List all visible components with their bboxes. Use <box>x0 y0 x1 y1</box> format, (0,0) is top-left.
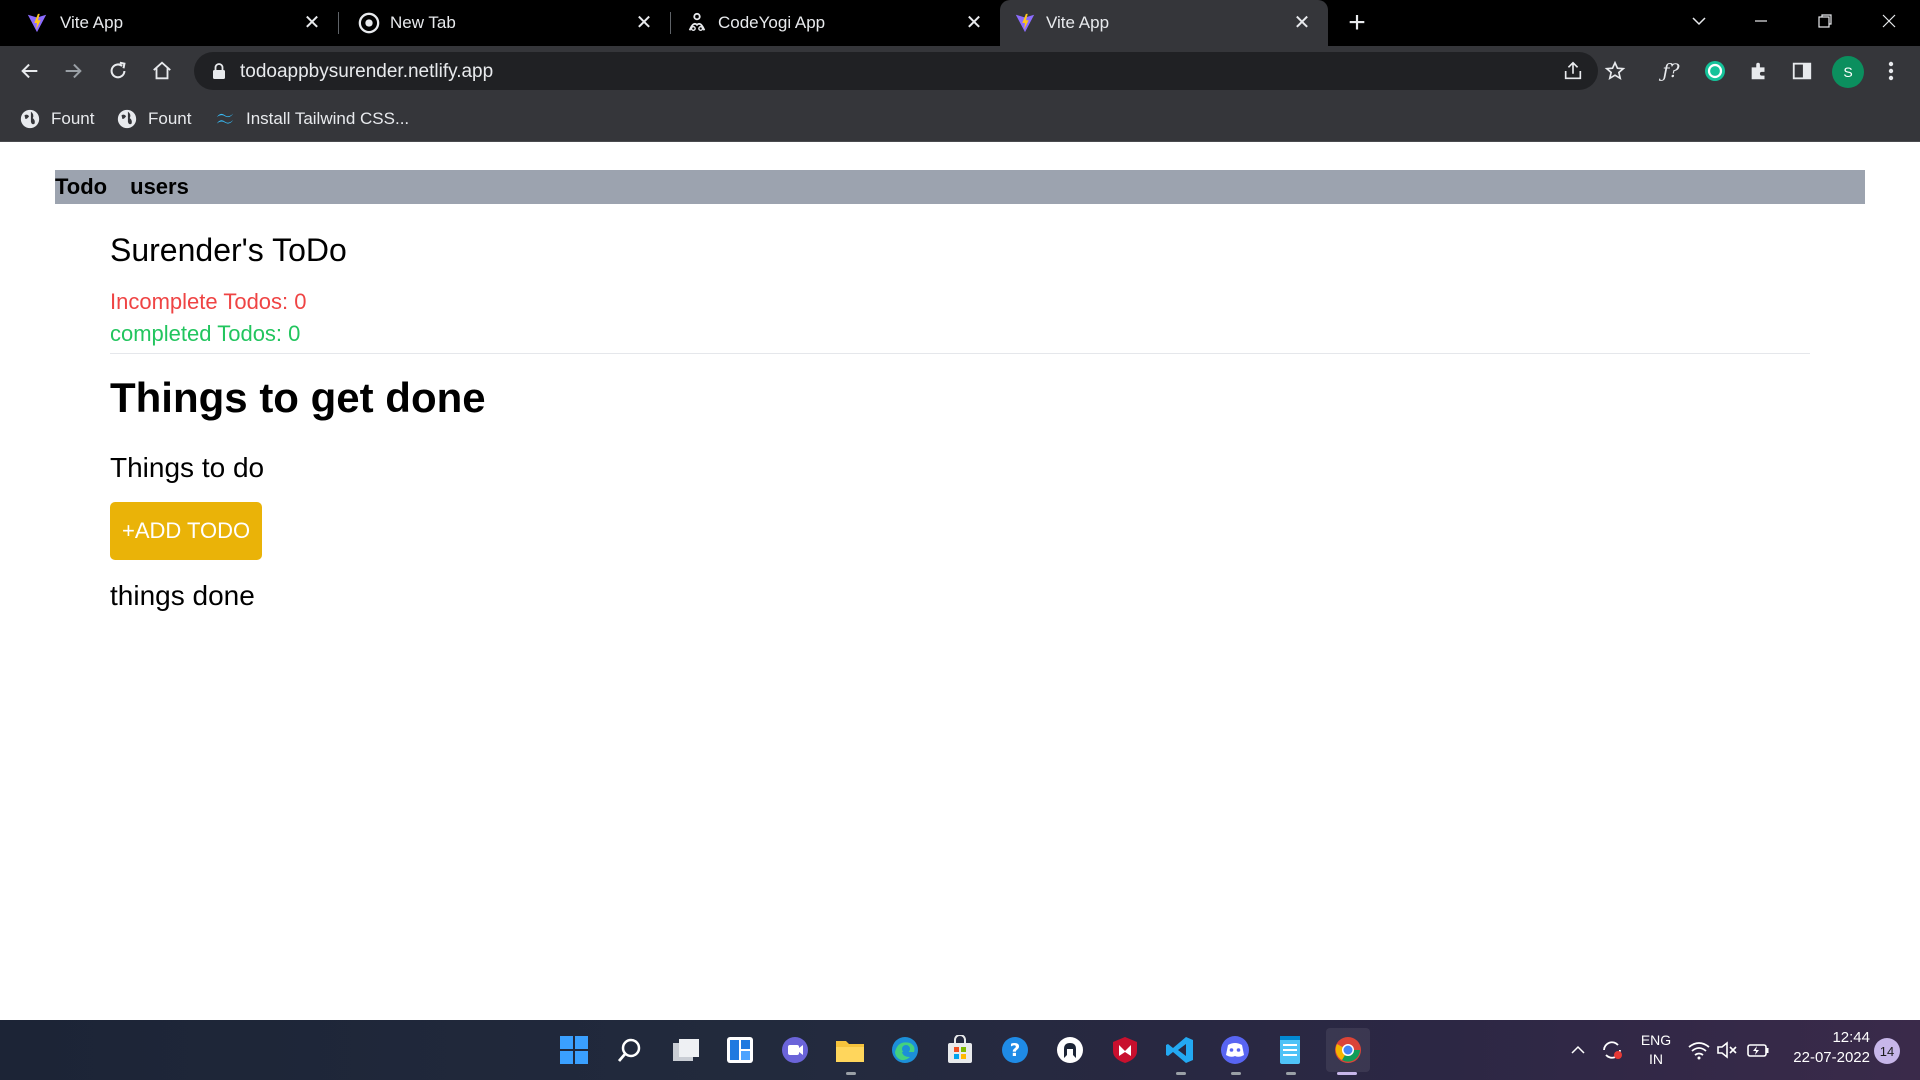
tab-title: Vite App <box>60 13 124 32</box>
language-indicator[interactable]: ENG IN <box>1634 1020 1678 1080</box>
top-nav: Todo users <box>55 170 1865 204</box>
todo-app-title: Surender's ToDo <box>110 232 347 268</box>
add-todo-button[interactable]: +ADD TODO <box>110 502 263 560</box>
globe-icon <box>117 109 137 129</box>
windows-taskbar: ? ENG IN 12:44 22-07-2022 14 <box>0 1020 1920 1080</box>
formula-extension-icon[interactable]: ƒ? <box>1658 58 1684 84</box>
bookmark-label: Fount <box>51 109 95 128</box>
wifi-icon[interactable] <box>1686 1020 1712 1080</box>
search-icon[interactable] <box>612 1032 648 1068</box>
things-done-heading: things done <box>110 580 255 611</box>
tab-title: Vite App <box>1046 13 1110 32</box>
language-code: ENG <box>1640 1032 1672 1048</box>
tab-new-tab[interactable]: New Tab ✕ <box>340 0 670 46</box>
close-tab-icon[interactable]: ✕ <box>1290 10 1314 34</box>
chrome-taskbar-icon[interactable] <box>1326 1028 1370 1072</box>
star-icon[interactable] <box>1604 60 1626 82</box>
tab-search-chevron-icon[interactable] <box>1684 8 1714 38</box>
vite-icon <box>27 13 47 33</box>
nav-link-todo[interactable]: Todo <box>55 174 107 200</box>
side-panel-icon[interactable] <box>1789 58 1815 84</box>
mcafee-icon[interactable] <box>1107 1032 1143 1068</box>
new-tab-button[interactable]: + <box>1342 8 1372 38</box>
bookmarks-bar: Fount Fount Install Tailwind CSS... <box>0 96 1920 142</box>
bookmark-fount-1[interactable]: Fount <box>19 104 94 134</box>
active-indicator <box>1337 1072 1357 1075</box>
close-tab-icon[interactable]: ✕ <box>632 10 656 34</box>
profile-avatar[interactable]: S <box>1832 56 1864 88</box>
help-icon[interactable]: ? <box>997 1032 1033 1068</box>
main-heading: Things to get done <box>110 374 486 421</box>
running-indicator <box>1231 1072 1241 1075</box>
tab-vite-app-1[interactable]: Vite App ✕ <box>0 0 338 46</box>
bookmark-label: Fount <box>148 109 192 128</box>
reload-icon[interactable] <box>103 56 133 86</box>
bookmark-fount-2[interactable]: Fount <box>116 104 191 134</box>
teams-chat-icon[interactable] <box>777 1032 813 1068</box>
tailwind-icon <box>216 113 234 124</box>
tab-separator <box>670 12 671 34</box>
minimize-icon[interactable] <box>1746 8 1776 38</box>
tab-separator <box>338 12 339 34</box>
tab-title: CodeYogi App <box>718 13 826 32</box>
lock-icon <box>213 63 225 79</box>
language-region: IN <box>1649 1051 1663 1067</box>
windows-start-icon[interactable] <box>556 1032 592 1068</box>
clock-time: 12:44 <box>1832 1029 1870 1046</box>
close-window-icon[interactable] <box>1874 8 1904 38</box>
incomplete-count: Incomplete Todos: 0 <box>110 289 307 314</box>
address-bar[interactable]: todoappbysurender.netlify.app <box>194 52 1626 90</box>
discord-icon[interactable] <box>1217 1032 1253 1068</box>
widgets-icon[interactable] <box>722 1032 758 1068</box>
file-explorer-icon[interactable] <box>832 1032 868 1068</box>
forward-arrow-icon[interactable] <box>58 56 88 86</box>
extensions-puzzle-icon[interactable] <box>1746 58 1772 84</box>
close-tab-icon[interactable]: ✕ <box>962 10 986 34</box>
menu-kebab-icon[interactable] <box>1878 58 1904 84</box>
completed-count: completed Todos: 0 <box>110 321 301 346</box>
grammarly-extension-icon[interactable] <box>1702 58 1728 84</box>
things-to-do-heading: Things to do <box>110 452 265 483</box>
globe-icon <box>20 109 40 129</box>
back-arrow-icon[interactable] <box>15 56 45 86</box>
running-indicator <box>846 1072 856 1075</box>
vscode-icon[interactable] <box>1162 1032 1198 1068</box>
restore-icon[interactable] <box>1810 8 1840 38</box>
running-indicator <box>1176 1072 1186 1075</box>
show-hidden-icons-chevron-icon[interactable] <box>1566 1020 1590 1080</box>
clock-date: 22-07-2022 <box>1793 1049 1870 1066</box>
notepad-icon[interactable] <box>1272 1032 1308 1068</box>
svg-text:?: ? <box>1010 1040 1020 1061</box>
task-view-icon[interactable] <box>668 1032 704 1068</box>
sync-icon[interactable] <box>1598 1020 1626 1080</box>
vite-icon <box>1015 13 1035 33</box>
divider <box>110 353 1810 354</box>
share-icon[interactable] <box>1562 60 1584 82</box>
chrome-icon <box>358 12 380 34</box>
codeyogi-icon <box>688 12 706 32</box>
bookmark-tailwind[interactable]: Install Tailwind CSS... <box>214 104 409 134</box>
bookmark-label: Install Tailwind CSS... <box>246 109 410 128</box>
url-text: todoappbysurender.netlify.app <box>240 61 494 82</box>
store-icon[interactable] <box>942 1032 978 1068</box>
home-icon[interactable] <box>147 56 177 86</box>
tab-vite-app-active[interactable]: Vite App ✕ <box>1000 0 1328 46</box>
web-page: Todo users Surender's ToDo Incomplete To… <box>0 142 1920 1020</box>
todo-content: Surender's ToDo Incomplete Todos: 0 comp… <box>110 232 1810 612</box>
nav-link-users[interactable]: users <box>130 174 189 200</box>
browser-toolbar: todoappbysurender.netlify.app ƒ? S <box>0 46 1920 96</box>
volume-muted-icon[interactable] <box>1714 1020 1740 1080</box>
system-clock[interactable]: 12:44 22-07-2022 <box>1760 1028 1870 1068</box>
browser-tab-bar: Vite App ✕ New Tab ✕ CodeYogi App ✕ Vite… <box>0 0 1920 46</box>
tab-title: New Tab <box>390 13 456 32</box>
github-desktop-icon[interactable] <box>1052 1032 1088 1068</box>
close-tab-icon[interactable]: ✕ <box>300 10 324 34</box>
tab-codeyogi-app[interactable]: CodeYogi App ✕ <box>672 0 1000 46</box>
notification-badge[interactable]: 14 <box>1874 1038 1900 1064</box>
edge-icon[interactable] <box>887 1032 923 1068</box>
running-indicator <box>1286 1072 1296 1075</box>
